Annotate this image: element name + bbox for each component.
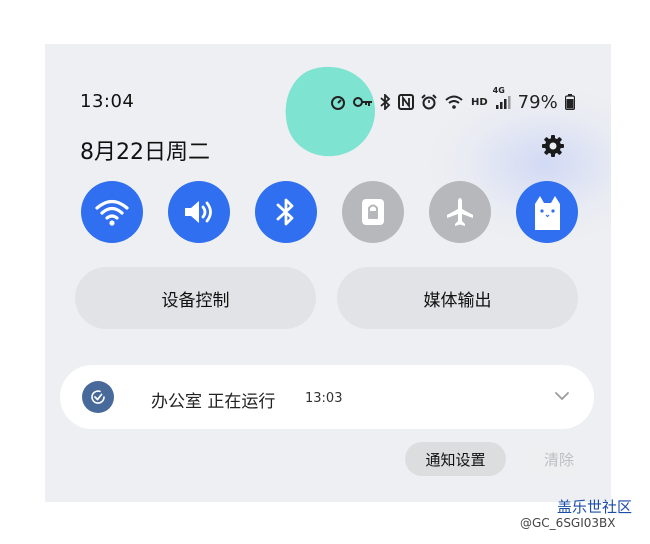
bluetooth-tile[interactable] [255, 181, 317, 243]
status-time: 13:04 [80, 91, 135, 112]
nfc-icon [398, 94, 414, 110]
cat-icon [535, 196, 560, 230]
airplane-mode-tile[interactable] [429, 181, 491, 243]
sound-tile[interactable] [168, 181, 230, 243]
clear-button[interactable]: 清除 [527, 442, 591, 476]
media-output-button[interactable]: 媒体输出 [337, 267, 578, 329]
notification-card[interactable]: 办公室 正在运行 13:03 [60, 365, 594, 429]
wifi-tile[interactable] [81, 181, 143, 243]
lock-icon [362, 199, 384, 225]
notification-time: 13:03 [305, 391, 343, 406]
date-label: 8月22日周二 [80, 140, 210, 165]
notification-title: 办公室 正在运行 [151, 392, 276, 412]
battery-percent: 79% [517, 91, 558, 113]
device-control-button[interactable]: 设备控制 [75, 267, 316, 329]
speedometer-icon [330, 94, 346, 110]
wifi-status-icon [444, 94, 464, 110]
watermark-handle: @GC_6SGI03BX [520, 516, 616, 530]
bluetooth-tile-icon [276, 198, 294, 226]
battery-icon [564, 94, 575, 110]
settings-gear-icon[interactable] [541, 134, 565, 158]
app-check-icon [82, 381, 114, 413]
vpn-key-icon [353, 96, 373, 108]
screen-lock-tile[interactable] [342, 181, 404, 243]
signal-icon: 4G [493, 86, 511, 110]
notification-settings-button[interactable]: 通知设置 [405, 442, 506, 476]
hd-icon: HD [471, 96, 488, 108]
volume-icon [185, 201, 212, 223]
bluetooth-icon [380, 94, 391, 110]
wifi-icon [95, 199, 129, 226]
alarm-icon [421, 94, 437, 110]
network-type-label: 4G [492, 86, 505, 95]
notification-panel: 13:04 HD 4G 79% 8月22日周二 设备控制 媒体输出 办公室 正在… [45, 44, 611, 502]
chevron-down-icon[interactable] [553, 387, 571, 405]
quick-settings-tiles [81, 181, 578, 243]
cat-app-tile[interactable] [516, 181, 578, 243]
status-icons: HD 4G 79% [330, 86, 575, 113]
airplane-icon [447, 198, 473, 226]
watermark-title: 盖乐世社区 [557, 498, 633, 516]
